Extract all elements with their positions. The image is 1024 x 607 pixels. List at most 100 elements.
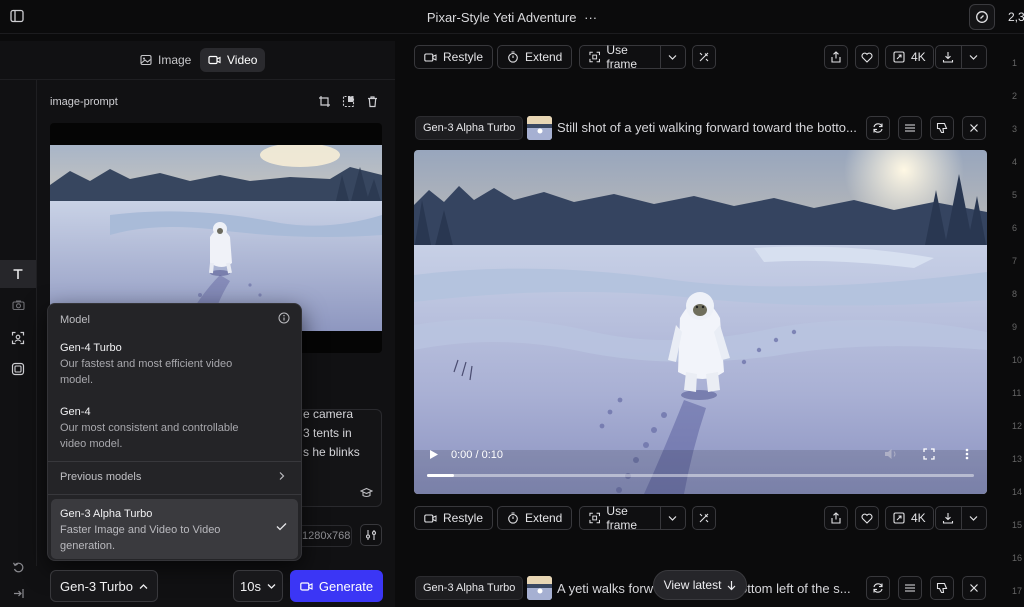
use-frame-label: Use frame bbox=[606, 43, 638, 71]
rail-number: 4 bbox=[1012, 157, 1018, 167]
video-player[interactable]: 0:00 / 0:10 bbox=[414, 150, 987, 494]
close-button[interactable] bbox=[962, 576, 986, 600]
refresh-icon bbox=[873, 583, 883, 593]
fullscreen-icon[interactable] bbox=[923, 448, 935, 460]
tab-image-label: Image bbox=[158, 53, 192, 67]
video-progress-track[interactable] bbox=[427, 474, 974, 477]
share-button[interactable] bbox=[824, 506, 848, 530]
previous-models-label: Previous models bbox=[60, 471, 142, 483]
model-option-gen3-alpha-turbo[interactable]: Gen-3 Alpha Turbo Faster Image and Video… bbox=[51, 499, 298, 559]
thumbs-down-icon bbox=[936, 122, 948, 134]
model-option-gen4-turbo[interactable]: Gen-4 Turbo Our fastest and most efficie… bbox=[52, 334, 298, 392]
chevron-down-icon bbox=[267, 583, 276, 589]
heart-icon bbox=[861, 52, 873, 63]
restyle-button[interactable]: Restyle bbox=[414, 506, 494, 530]
prompt-text-2: 3 tents in bbox=[303, 426, 352, 440]
model-option-gen4[interactable]: Gen-4 Our most consistent and controllab… bbox=[52, 398, 298, 456]
share-button[interactable] bbox=[824, 45, 848, 69]
close-button[interactable] bbox=[962, 116, 986, 140]
generation-prompt-end[interactable]: ottom left of the s... bbox=[740, 581, 860, 596]
reset-tool[interactable] bbox=[0, 553, 36, 581]
volume-icon[interactable] bbox=[884, 448, 898, 460]
model-desc: Our fastest and most efficient video bbox=[60, 358, 233, 370]
model-select-button[interactable]: Gen-3 Turbo bbox=[50, 570, 158, 602]
extend-button[interactable]: Extend bbox=[497, 45, 573, 69]
text-tool[interactable] bbox=[0, 260, 36, 288]
settings-button[interactable] bbox=[360, 524, 382, 546]
generation-prompt-start[interactable]: A yeti walks forw bbox=[557, 581, 667, 596]
rerun-button[interactable] bbox=[866, 116, 890, 140]
rerun-button[interactable] bbox=[866, 576, 890, 600]
download-button[interactable] bbox=[935, 506, 987, 530]
chevron-up-icon bbox=[139, 583, 148, 589]
download-icon bbox=[942, 513, 954, 524]
rail-number: 14 bbox=[1012, 487, 1023, 497]
expand-icon[interactable] bbox=[342, 95, 355, 108]
magic-tools-button[interactable] bbox=[692, 45, 716, 69]
chevron-down-icon bbox=[969, 516, 978, 521]
dislike-button[interactable] bbox=[930, 116, 954, 140]
extend-button[interactable]: Extend bbox=[497, 506, 573, 530]
feedback-button[interactable] bbox=[969, 4, 995, 30]
model-dropdown: Model Gen-4 Turbo Our fastest and most e… bbox=[47, 303, 302, 561]
divider bbox=[48, 461, 301, 462]
rail-number: 6 bbox=[1012, 223, 1018, 233]
model-desc: video model. bbox=[60, 438, 123, 450]
upscale-4k-button[interactable]: 4K bbox=[885, 506, 934, 530]
menu-icon bbox=[905, 584, 915, 592]
generate-button[interactable]: Generate bbox=[290, 570, 383, 602]
generation-prompt[interactable]: Still shot of a yeti walking forward tow… bbox=[557, 120, 857, 135]
divider bbox=[961, 507, 962, 529]
previous-models-item[interactable]: Previous models bbox=[52, 464, 298, 490]
model-name: Gen-3 Alpha Turbo bbox=[60, 508, 153, 520]
play-icon[interactable] bbox=[429, 449, 439, 460]
project-title[interactable]: Pixar-Style Yeti Adventure ··· bbox=[0, 10, 1024, 25]
more-icon[interactable]: ··· bbox=[584, 10, 597, 25]
prompt-text-3: s he blinks bbox=[303, 445, 360, 459]
info-icon[interactable] bbox=[278, 312, 290, 324]
face-scan-icon bbox=[11, 331, 25, 345]
close-icon bbox=[970, 584, 978, 592]
camera-tool[interactable] bbox=[0, 291, 36, 319]
use-frame-button[interactable]: Use frame bbox=[579, 504, 686, 532]
download-button[interactable] bbox=[935, 45, 987, 69]
rail-number: 17 bbox=[1012, 586, 1023, 596]
model-desc: generation. bbox=[60, 540, 116, 552]
frame-icon bbox=[589, 512, 600, 524]
video-progress-fill bbox=[427, 474, 454, 477]
use-frame-button[interactable]: Use frame bbox=[579, 43, 686, 71]
magic-tools-button[interactable] bbox=[692, 506, 716, 530]
collapse-tool[interactable] bbox=[0, 579, 36, 607]
trash-icon[interactable] bbox=[366, 95, 379, 108]
favorite-button[interactable] bbox=[855, 45, 879, 69]
more-options-icon[interactable] bbox=[965, 448, 969, 460]
rail-number: 1 bbox=[1012, 58, 1018, 68]
share-icon bbox=[831, 51, 841, 63]
video-icon bbox=[300, 581, 313, 591]
layers-tool[interactable] bbox=[0, 355, 36, 383]
crop-icon[interactable] bbox=[318, 95, 331, 108]
details-button[interactable] bbox=[898, 576, 922, 600]
divider bbox=[660, 507, 661, 529]
duration-select[interactable]: 10s bbox=[233, 570, 283, 602]
heart-icon bbox=[861, 513, 873, 524]
details-button[interactable] bbox=[898, 116, 922, 140]
rail-number: 13 bbox=[1012, 454, 1023, 464]
upscale-4k-button[interactable]: 4K bbox=[885, 45, 934, 69]
character-tool[interactable] bbox=[0, 324, 36, 352]
prompt-enhance-icon[interactable] bbox=[360, 487, 373, 499]
view-latest-label: View latest bbox=[663, 578, 722, 592]
rail-number: 3 bbox=[1012, 124, 1018, 134]
prompt-text-1: e camera bbox=[303, 407, 354, 421]
view-latest-button[interactable]: View latest bbox=[653, 570, 747, 600]
divider bbox=[961, 46, 962, 68]
dislike-button[interactable] bbox=[930, 576, 954, 600]
model-name: Gen-4 Turbo bbox=[60, 342, 122, 354]
tab-video[interactable]: Video bbox=[200, 48, 266, 72]
restyle-button[interactable]: Restyle bbox=[414, 45, 494, 69]
refresh-icon bbox=[873, 123, 883, 133]
favorite-button[interactable] bbox=[855, 506, 879, 530]
sliders-icon bbox=[365, 530, 377, 540]
resolution-select[interactable]: 1280x768 bbox=[300, 525, 352, 547]
tab-image[interactable]: Image bbox=[132, 48, 199, 72]
